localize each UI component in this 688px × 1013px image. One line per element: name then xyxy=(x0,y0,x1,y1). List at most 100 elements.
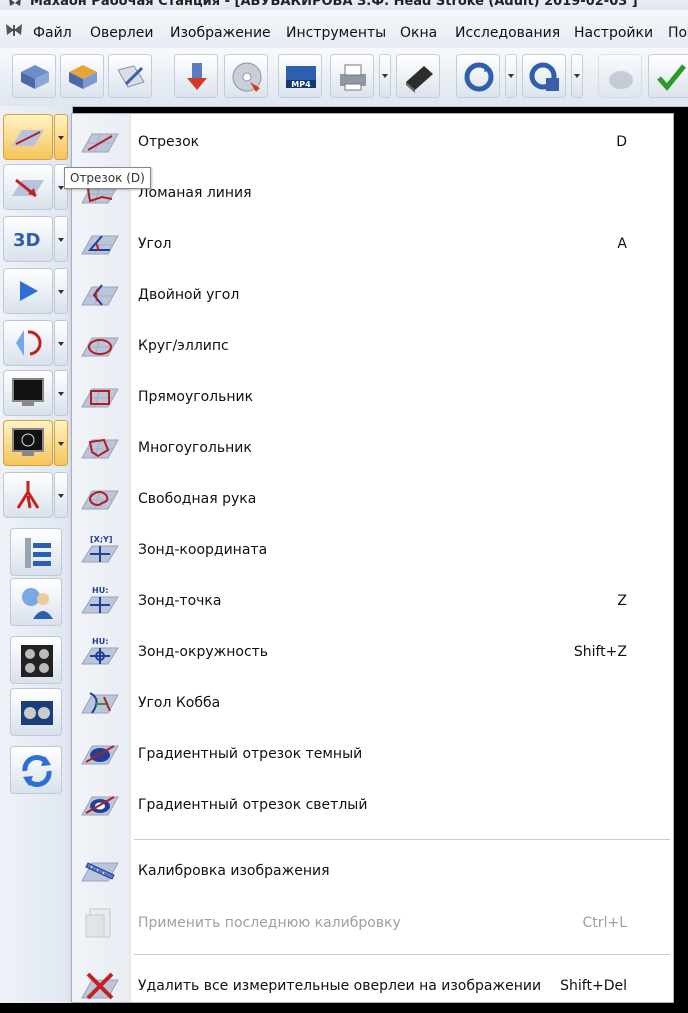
print-button[interactable] xyxy=(330,54,374,98)
patient-icon xyxy=(22,588,53,619)
monitor-layout-dropdown[interactable] xyxy=(54,370,68,416)
menu-windows[interactable]: Окна xyxy=(400,25,437,41)
sync-save-button[interactable] xyxy=(522,54,566,98)
window-level-button[interactable] xyxy=(3,420,53,466)
sync-save-dropdown[interactable] xyxy=(571,54,583,98)
monitor-layout-button[interactable] xyxy=(3,370,53,416)
disabled-tool-button[interactable] xyxy=(598,54,642,98)
play-cine-button[interactable] xyxy=(3,268,53,314)
measure-tool-dropdown[interactable] xyxy=(54,114,68,160)
menu-item-label: Удалить все измерительные оверлеи на изо… xyxy=(138,978,542,994)
menu-item-label: Многоугольник xyxy=(138,440,252,456)
menu-item-probe-point[interactable]: HU: Зонд-точка Z xyxy=(72,577,673,628)
menu-studies[interactable]: Исследования xyxy=(455,25,560,41)
menu-item-apply-calibration[interactable]: Применить последнюю калибровку Ctrl+L xyxy=(72,899,673,950)
main-toolbar: MP4 xyxy=(0,48,688,107)
calibration-icon xyxy=(81,862,119,882)
grid-layout-button[interactable] xyxy=(10,636,62,684)
monitor-icon xyxy=(12,378,44,406)
menu-overlays[interactable]: Оверлеи xyxy=(90,25,153,41)
menu-item-freehand[interactable]: Свободная рука xyxy=(72,475,673,526)
menu-settings[interactable]: Настройки xyxy=(574,25,653,41)
menu-item-double-angle[interactable]: Двойной угол xyxy=(72,271,673,322)
gradient-dark-icon xyxy=(81,745,119,765)
menu-tools[interactable]: Инструменты xyxy=(286,25,386,41)
menu-help[interactable]: По xyxy=(668,25,687,41)
arrow-annotation-icon xyxy=(12,178,44,198)
menu-item-ellipse[interactable]: Круг/эллипс xyxy=(72,322,673,373)
menu-item-rectangle[interactable]: Прямоугольник xyxy=(72,373,673,424)
menu-item-label: Угол xyxy=(138,236,172,252)
probe-coordinate-badge: [X;Y] xyxy=(90,535,112,544)
refresh-icon xyxy=(22,755,52,787)
menu-item-polygon[interactable]: Многоугольник xyxy=(72,424,673,475)
confirm-button[interactable] xyxy=(648,54,688,98)
menu-item-calibration[interactable]: Калибровка изображения xyxy=(72,847,673,898)
menu-item-cobb-angle[interactable]: Угол Кобба xyxy=(72,679,673,730)
sync-dropdown[interactable] xyxy=(505,54,517,98)
menu-item-label: Ломаная линия xyxy=(138,185,252,201)
write-cd-button[interactable] xyxy=(224,54,268,98)
sync-button[interactable] xyxy=(456,54,500,98)
measure-tool-button[interactable] xyxy=(3,114,53,160)
angle-icon xyxy=(81,235,119,255)
menu-item-shortcut: Shift+Del xyxy=(560,978,627,994)
freehand-icon xyxy=(81,490,119,510)
window-level-dropdown[interactable] xyxy=(54,420,68,466)
menu-item-delete-all-overlays[interactable]: Удалить все измерительные оверлеи на изо… xyxy=(72,962,673,1013)
segment-icon xyxy=(12,130,44,146)
refresh-button[interactable] xyxy=(10,746,62,794)
probe-point-badge: HU: xyxy=(92,586,108,595)
menu-item-probe-coordinate[interactable]: [X;Y] Зонд-координата xyxy=(72,526,673,577)
vessel-tool-dropdown[interactable] xyxy=(54,472,68,518)
probe-circle-icon: HU: xyxy=(81,637,119,665)
export-mp4-button[interactable]: MP4 xyxy=(278,54,322,98)
patient-info-button[interactable] xyxy=(10,578,62,626)
edit-document-icon xyxy=(117,65,145,88)
sync-rotate-icon xyxy=(464,62,494,92)
vessel-icon xyxy=(16,481,40,509)
menu-separator xyxy=(134,839,670,840)
menu-item-label: Градиентный отрезок темный xyxy=(138,746,363,762)
menu-item-probe-circle[interactable]: HU: Зонд-окружность Shift+Z xyxy=(72,628,673,679)
list-tree-icon xyxy=(25,538,51,568)
compare-layout-button[interactable] xyxy=(10,688,62,736)
open-folder-icon xyxy=(21,65,49,89)
menu-item-gradient-dark[interactable]: Градиентный отрезок темный xyxy=(72,730,673,781)
apply-calibration-icon xyxy=(85,908,111,938)
window-title: Махаон Рабочая Станция - [АБУБАКИРОВА З.… xyxy=(30,0,638,9)
menu-item-polyline[interactable]: Ломаная линия xyxy=(72,169,673,220)
vessel-tool-button[interactable] xyxy=(3,472,53,518)
import-button[interactable] xyxy=(174,54,218,98)
rotate-flip-button[interactable] xyxy=(3,320,53,366)
menu-item-angle[interactable]: Угол A xyxy=(72,220,673,271)
menu-item-shortcut: A xyxy=(617,236,627,252)
probe-point-icon: HU: xyxy=(81,586,119,614)
menu-item-label: Градиентный отрезок светлый xyxy=(138,797,368,813)
menu-item-label: Угол Кобба xyxy=(138,695,221,711)
printer-icon xyxy=(340,64,366,91)
3d-tool-button[interactable]: 3D xyxy=(3,216,53,262)
open-archive-button[interactable] xyxy=(60,54,104,98)
menu-file[interactable]: Файл xyxy=(33,25,72,41)
edit-report-button[interactable] xyxy=(108,54,152,98)
probe-coordinate-icon: [X;Y] xyxy=(81,535,119,563)
print-dropdown[interactable] xyxy=(379,54,391,98)
menu-item-segment[interactable]: Отрезок D xyxy=(72,118,673,169)
sync-save-icon xyxy=(529,62,559,91)
play-cine-dropdown[interactable] xyxy=(54,268,68,314)
rotate-flip-dropdown[interactable] xyxy=(54,320,68,366)
series-list-button[interactable] xyxy=(10,528,62,576)
open-study-button[interactable] xyxy=(12,54,56,98)
film-layout-button[interactable] xyxy=(396,54,440,98)
menu-item-label: Отрезок xyxy=(138,134,200,150)
3d-tool-dropdown[interactable] xyxy=(54,216,68,262)
arrow-annotation-button[interactable] xyxy=(3,164,53,210)
hand-icon xyxy=(609,71,633,89)
polygon-icon xyxy=(81,438,119,459)
menu-image[interactable]: Изображение xyxy=(170,25,271,41)
menu-item-gradient-light[interactable]: Градиентный отрезок светлый xyxy=(72,781,673,832)
menu-item-label: Прямоугольник xyxy=(138,389,254,405)
menu-item-shortcut: Z xyxy=(617,593,627,609)
app-butterfly-icon[interactable] xyxy=(4,22,24,38)
